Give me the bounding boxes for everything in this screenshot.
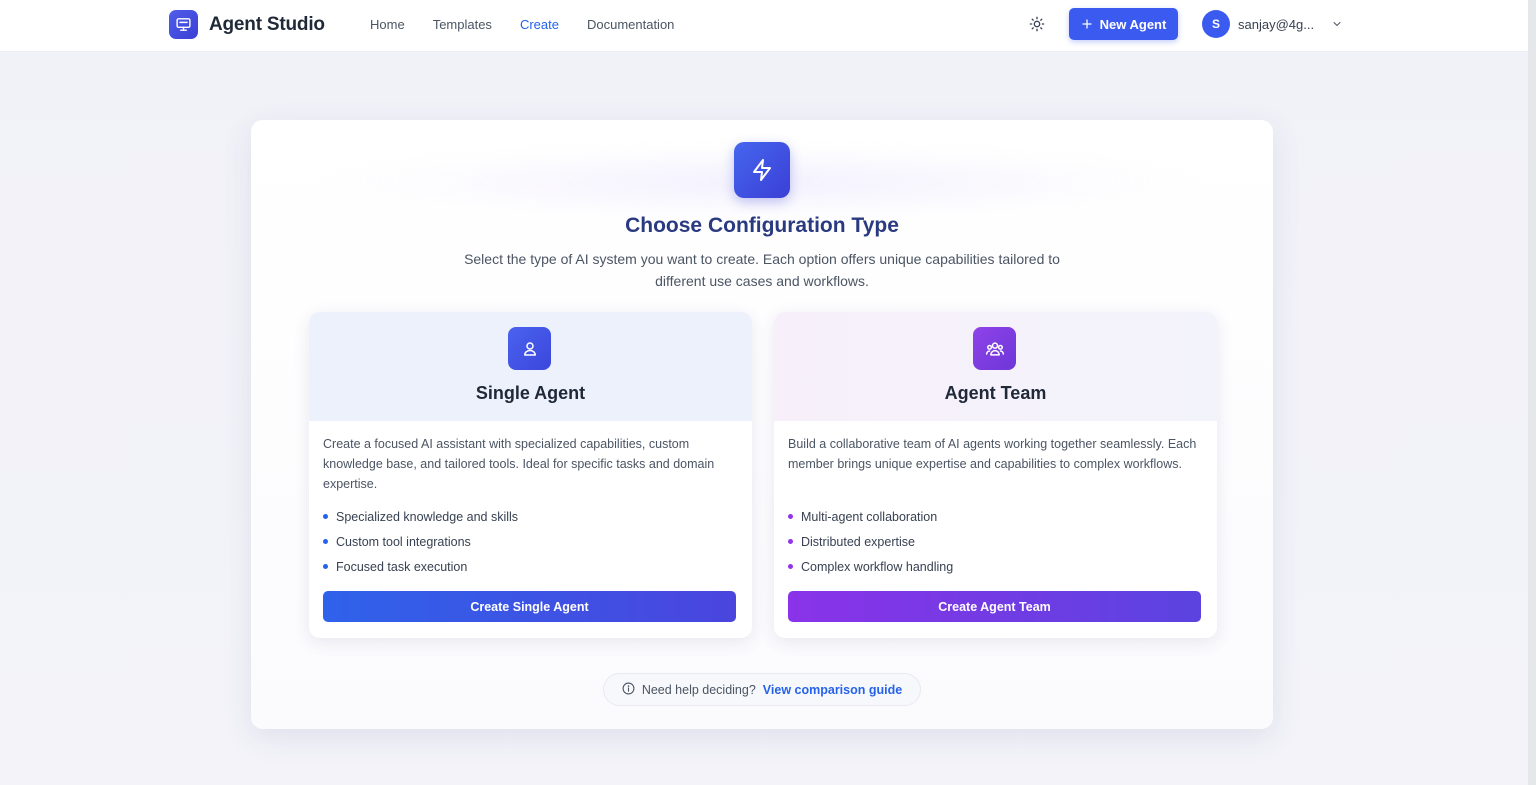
user-icon (508, 327, 551, 370)
nav-home[interactable]: Home (370, 17, 405, 32)
bullet-icon (788, 564, 793, 569)
card-description: Build a collaborative team of AI agents … (788, 437, 1197, 471)
bullet-icon (323, 539, 328, 544)
new-agent-button[interactable]: New Agent (1069, 8, 1178, 40)
bullet-icon (323, 564, 328, 569)
users-icon (973, 327, 1016, 370)
avatar: S (1202, 10, 1230, 38)
bullet-icon (788, 514, 793, 519)
feature-item: Focused task execution (323, 558, 518, 583)
create-single-agent-button[interactable]: Create Single Agent (323, 591, 736, 622)
page-title: Choose Configuration Type (625, 214, 899, 237)
feature-item: Complex workflow handling (788, 558, 953, 583)
feature-list: Specialized knowledge and skills Custom … (323, 508, 518, 583)
plus-icon (1082, 19, 1092, 29)
nav-create[interactable]: Create (520, 17, 559, 32)
feature-item: Specialized knowledge and skills (323, 508, 518, 533)
sun-icon[interactable] (1027, 14, 1047, 34)
create-agent-team-button[interactable]: Create Agent Team (788, 591, 1201, 622)
brand-title: Agent Studio (209, 13, 325, 35)
help-banner: Need help deciding? View comparison guid… (603, 673, 921, 706)
feature-item: Multi-agent collaboration (788, 508, 953, 533)
feature-item: Distributed expertise (788, 533, 953, 558)
scrollbar-track[interactable] (1528, 0, 1536, 785)
monitor-icon (169, 10, 198, 39)
nav-documentation[interactable]: Documentation (587, 17, 674, 32)
card-title: Agent Team (944, 383, 1047, 403)
agent-team-card[interactable]: Agent Team Build a collaborative team of… (774, 312, 1217, 638)
card-description: Create a focused AI assistant with speci… (323, 437, 715, 491)
info-icon (622, 682, 635, 698)
feature-item: Custom tool integrations (323, 533, 518, 558)
user-menu[interactable]: S sanjay@4g... (1202, 10, 1343, 38)
chevron-down-icon (1331, 18, 1343, 30)
configuration-panel: Choose Configuration Type Select the typ… (251, 120, 1273, 729)
main-nav: Home Templates Create Documentation (370, 0, 702, 48)
brand[interactable]: Agent Studio (169, 10, 325, 39)
single-agent-card[interactable]: Single Agent Create a focused AI assista… (309, 312, 752, 638)
bullet-icon (323, 514, 328, 519)
page-subtitle: Select the type of AI system you want to… (464, 251, 1060, 289)
new-agent-label: New Agent (1099, 16, 1167, 32)
comparison-guide-link[interactable]: View comparison guide (763, 683, 902, 697)
card-title: Single Agent (475, 383, 586, 403)
top-header: Agent Studio Home Templates Create Docum… (0, 0, 1528, 52)
nav-templates[interactable]: Templates (433, 17, 492, 32)
card-header: Single Agent (309, 312, 752, 421)
help-text: Need help deciding? (641, 682, 756, 697)
card-header: Agent Team (774, 312, 1217, 421)
lightning-icon (734, 142, 790, 198)
user-email: sanjay@4g... (1238, 16, 1315, 32)
feature-list: Multi-agent collaboration Distributed ex… (788, 508, 953, 583)
bullet-icon (788, 539, 793, 544)
